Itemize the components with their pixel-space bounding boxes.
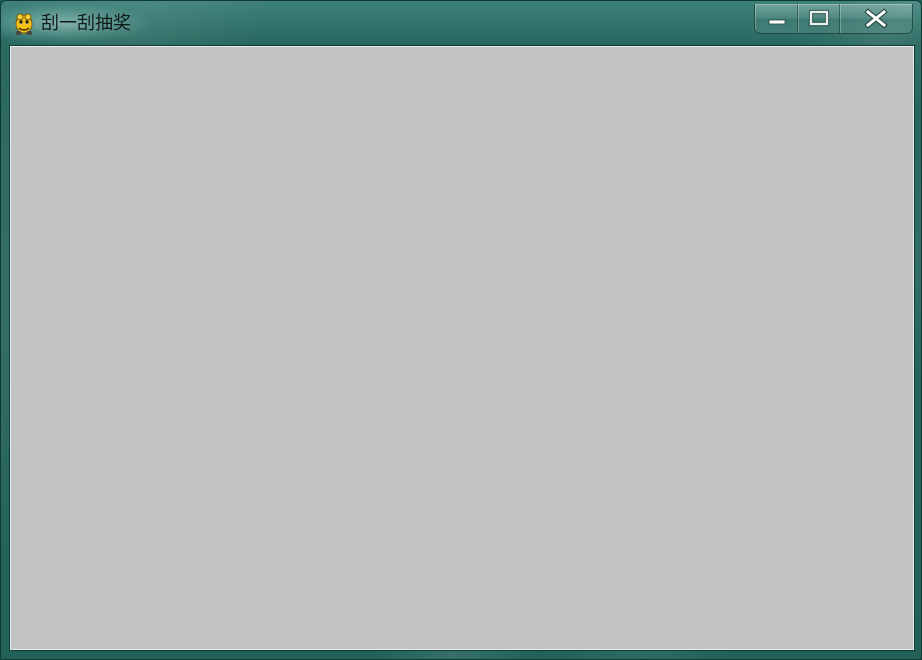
close-button[interactable] xyxy=(840,4,912,33)
minimize-icon xyxy=(768,19,786,25)
minimize-button[interactable] xyxy=(755,4,798,33)
title-bar[interactable]: 刮一刮抽奖 xyxy=(1,1,921,45)
maximize-button[interactable] xyxy=(798,4,840,33)
maximize-icon xyxy=(808,9,830,27)
close-icon xyxy=(864,8,888,29)
caption-buttons xyxy=(754,4,913,34)
pygame-snake-icon[interactable] xyxy=(13,12,35,36)
app-window: 刮一刮抽奖 xyxy=(0,0,922,660)
client-area[interactable] xyxy=(10,46,914,650)
window-title: 刮一刮抽奖 xyxy=(41,13,131,34)
